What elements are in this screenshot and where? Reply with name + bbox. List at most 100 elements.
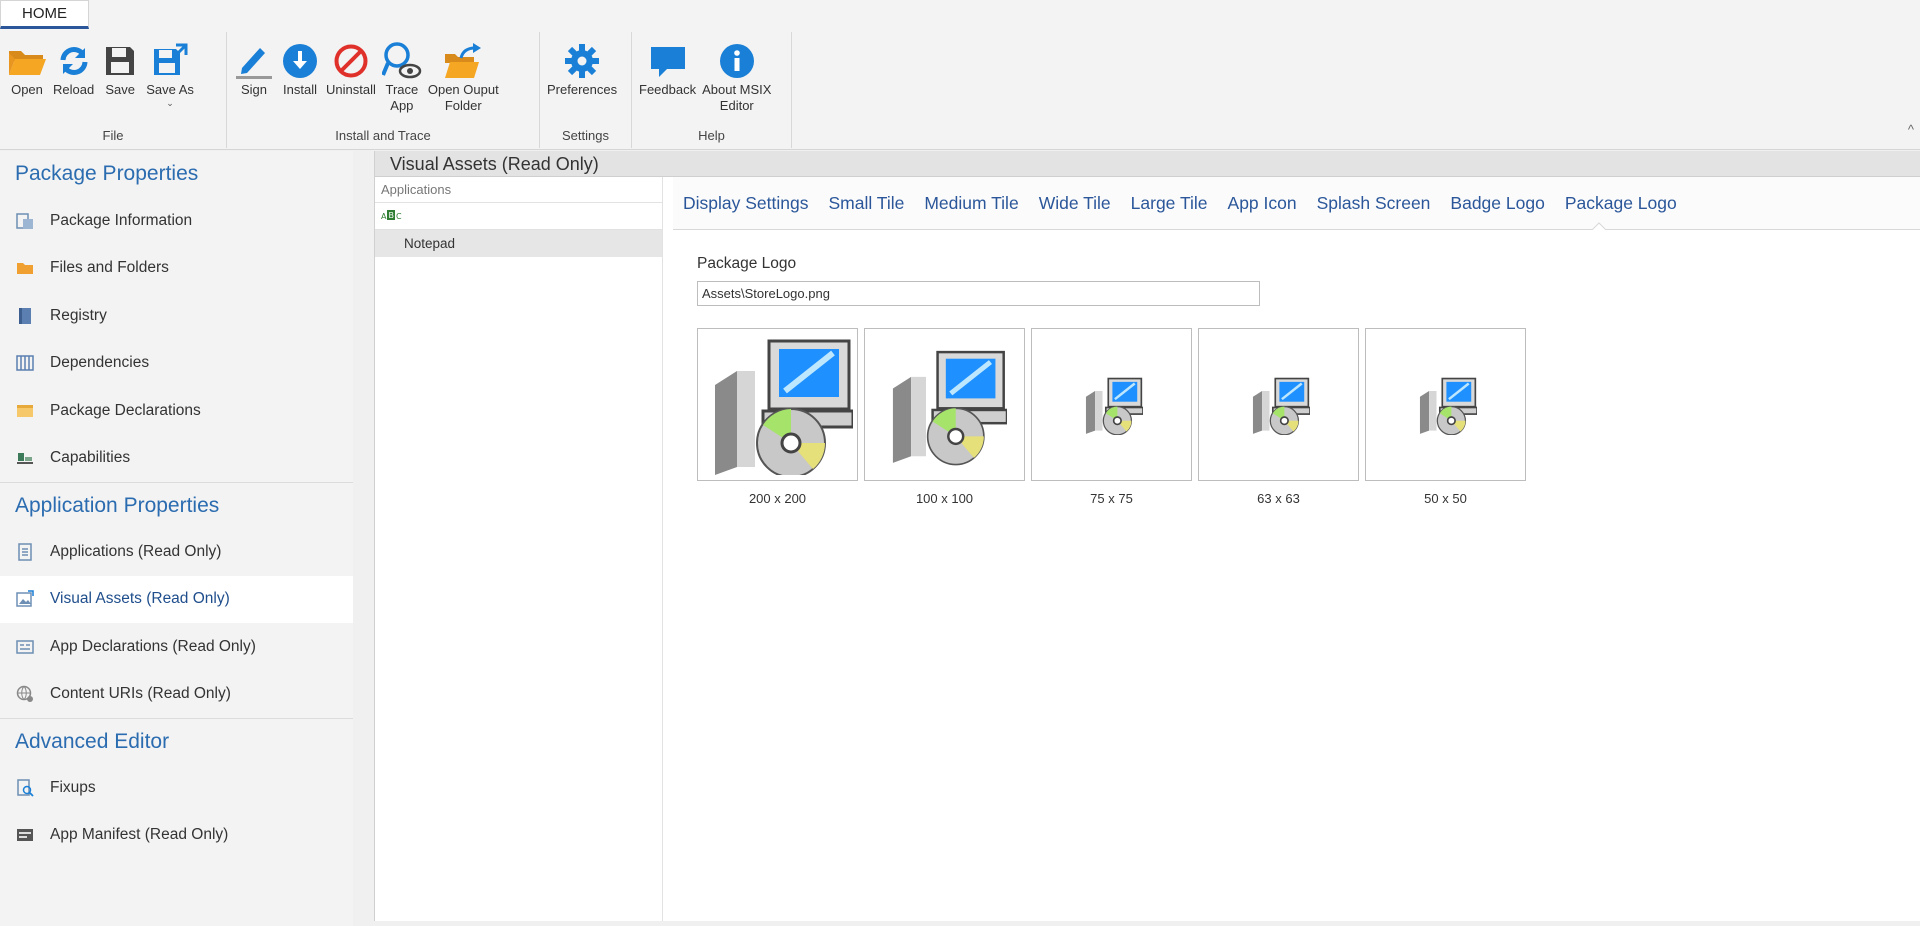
gear-icon (562, 40, 602, 82)
nav-item-app-declarations[interactable]: App Declarations (Read Only) (0, 623, 353, 671)
thumbnail-caption: 50 x 50 (1424, 491, 1467, 506)
thumbnail-caption: 200 x 200 (748, 491, 807, 506)
about-button[interactable]: About MSIX Editor (699, 36, 774, 126)
active-tab-marker (1592, 222, 1606, 230)
ribbon-group-settings: Preferences Settings (540, 32, 632, 148)
sign-button[interactable]: Sign (231, 36, 277, 126)
preferences-label: Preferences (547, 82, 618, 97)
package-info-icon (15, 211, 35, 231)
nav-item-visual-assets[interactable]: Visual Assets (Read Only) (0, 575, 353, 623)
open-button[interactable]: Open (4, 36, 50, 126)
list-item[interactable]: Notepad (375, 230, 662, 257)
nav-item-files-and-folders[interactable]: Files and Folders (0, 245, 353, 293)
save-label: Save (105, 82, 136, 97)
applications-icon (15, 542, 35, 562)
open-label: Open (11, 82, 43, 97)
tab-display-settings[interactable]: Display Settings (683, 193, 808, 214)
ribbon-group-install-trace: Sign Install Uninstall Trace App Open Ou… (227, 32, 540, 148)
nav-item-capabilities[interactable]: Capabilities (0, 435, 353, 483)
install-button[interactable]: Install (277, 36, 323, 126)
sign-pen-icon (234, 40, 274, 82)
save-button[interactable]: Save (97, 36, 143, 126)
group-label-install-trace: Install and Trace (335, 128, 431, 143)
nav-item-dependencies[interactable]: Dependencies (0, 340, 353, 388)
open-output-folder-button[interactable]: Open Ouput Folder (425, 36, 502, 126)
ribbon-group-file: Open Reload Save Save As ⌄ File (0, 32, 227, 148)
fixups-icon (15, 778, 35, 798)
thumbnail-75: 75 x 75 (1031, 328, 1192, 506)
installer-computer-cd-icon (1252, 377, 1310, 435)
reload-label: Reload (53, 82, 95, 97)
tab-medium-tile[interactable]: Medium Tile (924, 193, 1018, 214)
nav-item-applications[interactable]: Applications (Read Only) (0, 528, 353, 576)
nav-section-package-properties: Package Properties (15, 162, 199, 185)
svg-text:C: C (396, 212, 402, 221)
nav-item-label: Package Information (50, 211, 193, 229)
capabilities-icon (15, 448, 35, 468)
page-title: Visual Assets (Read Only) (375, 151, 1920, 177)
tab-app-icon[interactable]: App Icon (1228, 193, 1297, 214)
trace-app-icon (381, 40, 422, 82)
thumbnail-caption: 100 x 100 (915, 491, 974, 506)
nav-section-advanced-editor: Advanced Editor (0, 718, 353, 764)
save-as-button[interactable]: Save As ⌄ (143, 36, 197, 126)
tab-badge-logo[interactable]: Badge Logo (1450, 193, 1544, 214)
applications-filter-row[interactable]: ABC (375, 203, 662, 230)
install-label: Install (283, 82, 317, 97)
thumbnail-image-box (697, 328, 858, 481)
about-label: About MSIX Editor (702, 82, 772, 113)
trace-app-button[interactable]: Trace App (379, 36, 425, 126)
uninstall-icon (331, 40, 371, 82)
thumbnail-200: 200 x 200 (697, 328, 858, 506)
tab-wide-tile[interactable]: Wide Tile (1039, 193, 1111, 214)
left-nav: Package Properties Package Information F… (0, 151, 353, 926)
svg-text:A: A (381, 212, 387, 221)
declarations-icon (15, 401, 35, 421)
folder-icon (15, 258, 35, 278)
open-output-folder-icon (443, 40, 483, 82)
nav-item-package-information[interactable]: Package Information (0, 197, 353, 245)
nav-item-label: Dependencies (50, 354, 150, 372)
nav-item-label: Package Declarations (50, 401, 201, 419)
chevron-down-icon[interactable]: ⌄ (166, 98, 174, 108)
save-as-label: Save As (146, 82, 194, 97)
nav-item-fixups[interactable]: Fixups (0, 764, 353, 812)
collapse-ribbon-icon[interactable]: ^ (1908, 122, 1914, 137)
nav-item-content-uris[interactable]: Content URIs (Read Only) (0, 671, 353, 719)
ribbon-group-help: Feedback About MSIX Editor Help (632, 32, 792, 148)
feedback-button[interactable]: Feedback (636, 36, 699, 126)
tab-home[interactable]: HOME (0, 0, 89, 29)
tab-large-tile[interactable]: Large Tile (1131, 193, 1208, 214)
thumbnail-50: 50 x 50 (1365, 328, 1526, 506)
package-logo-path-field[interactable]: Assets\StoreLogo.png (697, 281, 1260, 306)
reload-button[interactable]: Reload (50, 36, 97, 126)
save-icon (100, 40, 140, 82)
ribbon: HOME Open Reload Save Save As ⌄ File Sig… (0, 0, 1920, 150)
nav-item-label: Fixups (50, 778, 96, 796)
app-declarations-icon (15, 637, 35, 657)
abc-filter-icon[interactable]: ABC (381, 208, 403, 225)
content-uris-icon (15, 684, 35, 704)
nav-item-label: Applications (Read Only) (50, 542, 222, 560)
nav-item-label: App Manifest (Read Only) (50, 826, 229, 844)
nav-item-package-declarations[interactable]: Package Declarations (0, 387, 353, 435)
installer-computer-cd-icon (1085, 377, 1143, 435)
tab-package-logo[interactable]: Package Logo (1565, 193, 1677, 214)
svg-text:B: B (389, 211, 395, 220)
applications-header: Applications (375, 177, 662, 203)
nav-item-label: Capabilities (50, 449, 131, 467)
uninstall-label: Uninstall (326, 82, 376, 97)
tab-splash-screen[interactable]: Splash Screen (1317, 193, 1431, 214)
uninstall-button[interactable]: Uninstall (323, 36, 379, 126)
tab-small-tile[interactable]: Small Tile (828, 193, 904, 214)
save-as-icon (150, 40, 190, 82)
folder-open-icon (7, 40, 47, 82)
thumbnail-image-box (1031, 328, 1192, 481)
applications-panel: Applications ABC Notepad (375, 177, 663, 921)
app-manifest-icon (15, 825, 35, 845)
preferences-button[interactable]: Preferences (544, 36, 620, 126)
dependencies-icon (15, 353, 35, 373)
installer-computer-cd-icon (1419, 377, 1477, 435)
nav-item-registry[interactable]: Registry (0, 292, 353, 340)
nav-item-app-manifest[interactable]: App Manifest (Read Only) (0, 812, 353, 860)
